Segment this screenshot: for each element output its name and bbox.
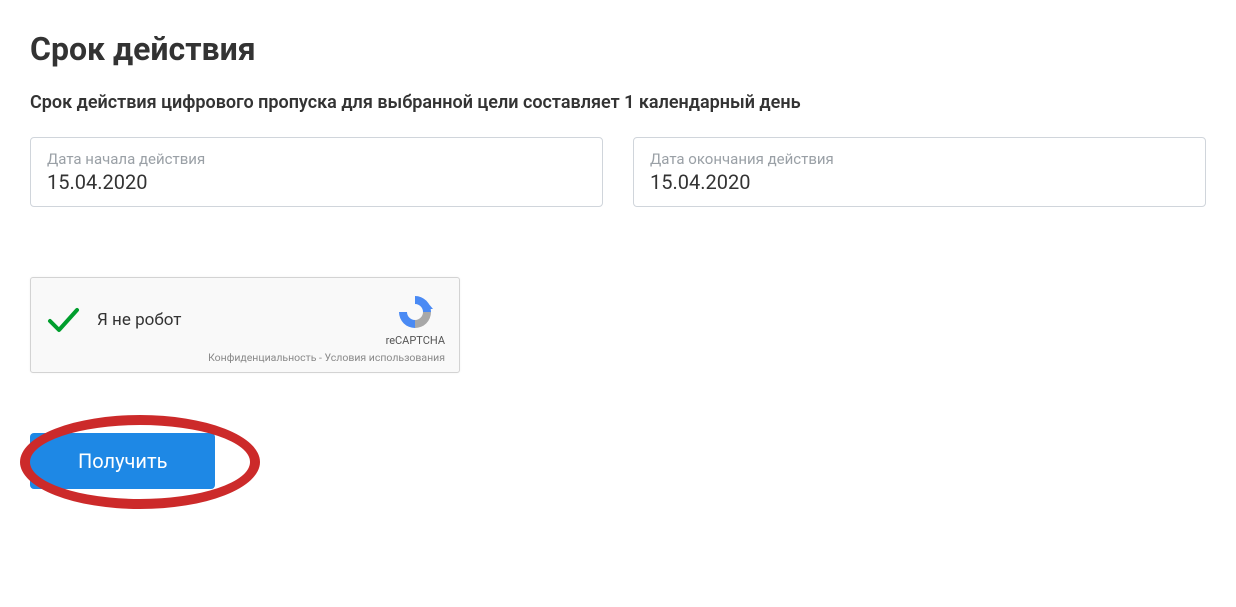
recaptcha-privacy-link[interactable]: Конфиденциальность	[208, 351, 316, 364]
recaptcha-brand: reCAPTCHA	[386, 334, 445, 347]
start-date-value: 15.04.2020	[47, 170, 586, 194]
recaptcha-separator: -	[316, 351, 324, 364]
end-date-field[interactable]: Дата окончания действия 15.04.2020	[633, 137, 1206, 207]
date-range-row: Дата начала действия 15.04.2020 Дата око…	[30, 137, 1206, 207]
end-date-label: Дата окончания действия	[650, 150, 1189, 168]
recaptcha-links: Конфиденциальность - Условия использован…	[45, 351, 445, 364]
recaptcha-widget: Я не робот reCAPTCHA Конфиденциальность …	[30, 277, 460, 373]
page-title: Срок действия	[30, 30, 1206, 68]
recaptcha-label: Я не робот	[97, 310, 181, 330]
checkmark-icon	[45, 302, 81, 338]
submit-button[interactable]: Получить	[30, 433, 215, 489]
recaptcha-terms-link[interactable]: Условия использования	[325, 351, 445, 364]
recaptcha-logo-icon	[395, 292, 435, 332]
end-date-value: 15.04.2020	[650, 170, 1189, 194]
start-date-label: Дата начала действия	[47, 150, 586, 168]
submit-wrapper: Получить	[30, 433, 215, 489]
start-date-field[interactable]: Дата начала действия 15.04.2020	[30, 137, 603, 207]
page-description: Срок действия цифрового пропуска для выб…	[30, 92, 1206, 113]
